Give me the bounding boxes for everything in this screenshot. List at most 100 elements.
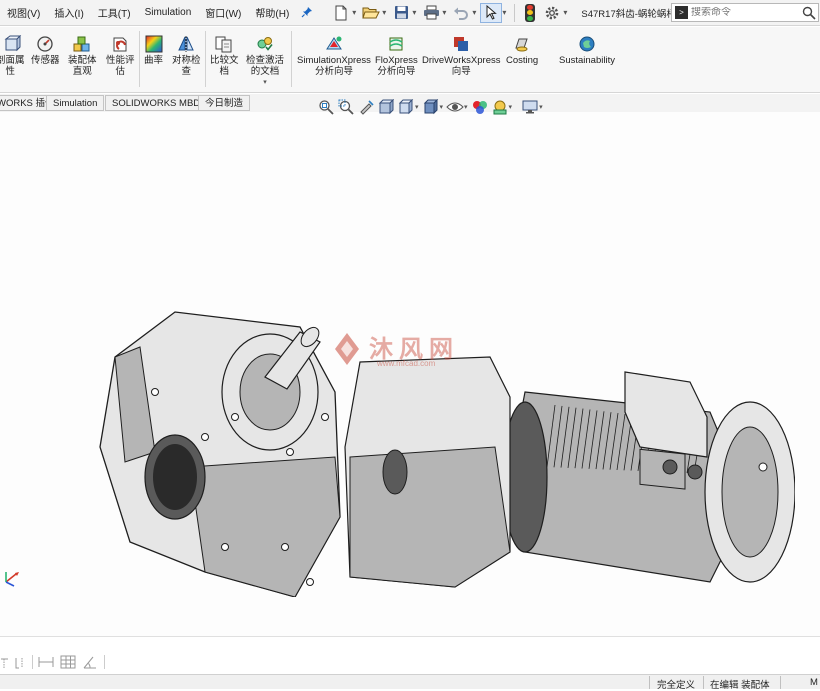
horizontal-dimension-icon[interactable]	[38, 655, 54, 669]
terminal-box-lid	[639, 448, 686, 490]
compare-documents-icon	[215, 36, 232, 53]
section-view-icon[interactable]	[376, 98, 396, 116]
view-settings-dropdown-icon[interactable]: ▾	[539, 103, 543, 111]
command-search-input[interactable]	[691, 7, 801, 18]
zoom-area-icon[interactable]	[336, 98, 356, 116]
tab-simulation[interactable]: Simulation	[46, 95, 105, 111]
undo-icon[interactable]	[450, 3, 472, 23]
view-settings-icon[interactable]	[520, 98, 540, 116]
helical-stage-bore	[382, 449, 408, 495]
graphics-area[interactable]	[0, 112, 820, 636]
motor-fan-cover	[721, 426, 779, 558]
costing-button[interactable]: Costing	[506, 35, 538, 66]
simulationxpress-icon	[326, 36, 342, 50]
angular-dimension-icon[interactable]	[82, 655, 98, 669]
assembly-visualization-label-2: 直观	[72, 66, 92, 77]
menu-tools[interactable]: 工具(T)	[91, 5, 138, 20]
assembly-visualization-label-1: 装配体	[68, 55, 97, 66]
tab-solidworks-mbd[interactable]: SOLIDWORKS MBD	[105, 95, 208, 111]
assembly-visualization-icon	[73, 36, 90, 52]
search-icon[interactable]	[802, 6, 816, 20]
toolbar-divider	[104, 655, 105, 669]
apply-scene-icon[interactable]	[490, 98, 510, 116]
chevron-down-icon[interactable]: ▾	[263, 77, 267, 88]
compare-documents-button[interactable]: 比较文 档	[210, 35, 239, 77]
ribbon-divider	[291, 31, 292, 87]
hide-show-icon[interactable]	[445, 98, 465, 116]
floxpress-button[interactable]: FloXpress 分析向导	[375, 35, 418, 77]
options-dropdown-icon[interactable]: ▾	[563, 8, 567, 17]
print-icon[interactable]	[420, 3, 442, 23]
display-style-icon[interactable]	[421, 98, 441, 116]
display-style-dropdown-icon[interactable]: ▾	[440, 103, 444, 111]
table-icon[interactable]	[60, 655, 76, 669]
curvature-icon	[145, 35, 162, 53]
driveworksxpress-icon	[454, 37, 469, 51]
open-dropdown-icon[interactable]: ▾	[382, 8, 386, 17]
section-properties-button[interactable]: 剖面属 性	[0, 35, 25, 77]
floxpress-label-1: FloXpress	[375, 55, 418, 66]
options-icon[interactable]	[541, 3, 563, 23]
housing-bolt	[221, 543, 229, 551]
performance-evaluation-button[interactable]: 性能评 估	[106, 35, 135, 77]
quick-access-toolbar: ▾ ▾ ▾ ▾ ▾ ▾ ▾	[330, 2, 571, 23]
curvature-button[interactable]: 曲率	[144, 35, 163, 66]
sensor-button[interactable]: 传感器	[31, 35, 60, 66]
housing-bolt	[151, 388, 159, 396]
driveworksxpress-button[interactable]: DriveWorksXpress 向导	[422, 35, 500, 77]
housing-bolt	[281, 543, 289, 551]
cable-gland	[662, 459, 678, 475]
status-units[interactable]: M	[810, 677, 818, 688]
driveworksxpress-label-2: 向导	[451, 66, 471, 77]
menu-help[interactable]: 帮助(H)	[248, 5, 296, 20]
rebuild-icon[interactable]	[519, 3, 541, 23]
vertical-dimension-icon[interactable]	[14, 655, 30, 669]
compare-documents-label-1: 比较文	[210, 55, 239, 66]
gearmotor-assembly-model[interactable]	[95, 297, 795, 597]
select-dropdown-icon[interactable]: ▾	[502, 8, 506, 17]
symmetry-check-button[interactable]: 对称检 查	[172, 35, 201, 77]
tab-today-manufacturing[interactable]: 今日制造	[198, 95, 251, 111]
menu-window[interactable]: 窗口(W)	[198, 5, 248, 20]
simulationxpress-button[interactable]: SimulationXpress 分析向导	[297, 35, 371, 77]
edit-appearance-icon[interactable]	[470, 98, 490, 116]
status-divider	[703, 676, 704, 689]
sustainability-button[interactable]: Sustainability	[559, 35, 615, 66]
save-icon[interactable]	[390, 3, 412, 23]
hollow-shaft-bore-inner	[153, 444, 197, 510]
new-document-icon[interactable]	[330, 3, 352, 23]
pin-menu-icon[interactable]	[300, 6, 314, 20]
reference-triad-icon	[5, 572, 19, 587]
symmetry-check-label-2: 查	[181, 66, 192, 77]
undo-dropdown-icon[interactable]: ▾	[472, 8, 476, 17]
select-icon[interactable]	[480, 2, 503, 23]
housing-bolt	[286, 448, 294, 456]
view-orientation-icon[interactable]	[396, 98, 416, 116]
curvature-label: 曲率	[144, 55, 164, 66]
print-dropdown-icon[interactable]: ▾	[442, 8, 446, 17]
apply-scene-dropdown-icon[interactable]: ▾	[509, 103, 513, 111]
section-properties-label-1: 剖面属	[0, 55, 25, 66]
previous-view-icon[interactable]	[356, 98, 376, 116]
performance-evaluation-icon	[113, 37, 127, 52]
sensor-icon	[37, 36, 53, 52]
command-manager-ribbon: 剖面属 性 传感器 装配体 直观 性能评 估 曲率 对称检 查 比较文 档 检查…	[0, 27, 820, 93]
menu-view[interactable]: 视图(V)	[0, 5, 47, 20]
floxpress-label-2: 分析向导	[377, 66, 416, 77]
sustainability-label: Sustainability	[559, 55, 615, 66]
housing-bolt	[231, 413, 239, 421]
zoom-to-fit-icon[interactable]	[316, 98, 336, 116]
hide-show-dropdown-icon[interactable]: ▾	[464, 103, 468, 111]
assembly-visualization-button[interactable]: 装配体 直观	[68, 35, 97, 77]
menu-insert[interactable]: 插入(I)	[47, 5, 90, 20]
menu-simulation[interactable]: Simulation	[138, 7, 199, 18]
new-dropdown-icon[interactable]: ▾	[352, 8, 356, 17]
simulationxpress-label-1: SimulationXpress	[297, 55, 371, 66]
view-orientation-dropdown-icon[interactable]: ▾	[415, 103, 419, 111]
open-icon[interactable]	[360, 3, 382, 23]
check-active-document-button[interactable]: 检查激活 的文档 ▾	[246, 35, 284, 88]
save-dropdown-icon[interactable]: ▾	[412, 8, 416, 17]
toolbar-divider	[514, 3, 516, 22]
driveworksxpress-label-1: DriveWorksXpress	[422, 55, 501, 66]
command-search-box[interactable]: >	[671, 3, 819, 22]
